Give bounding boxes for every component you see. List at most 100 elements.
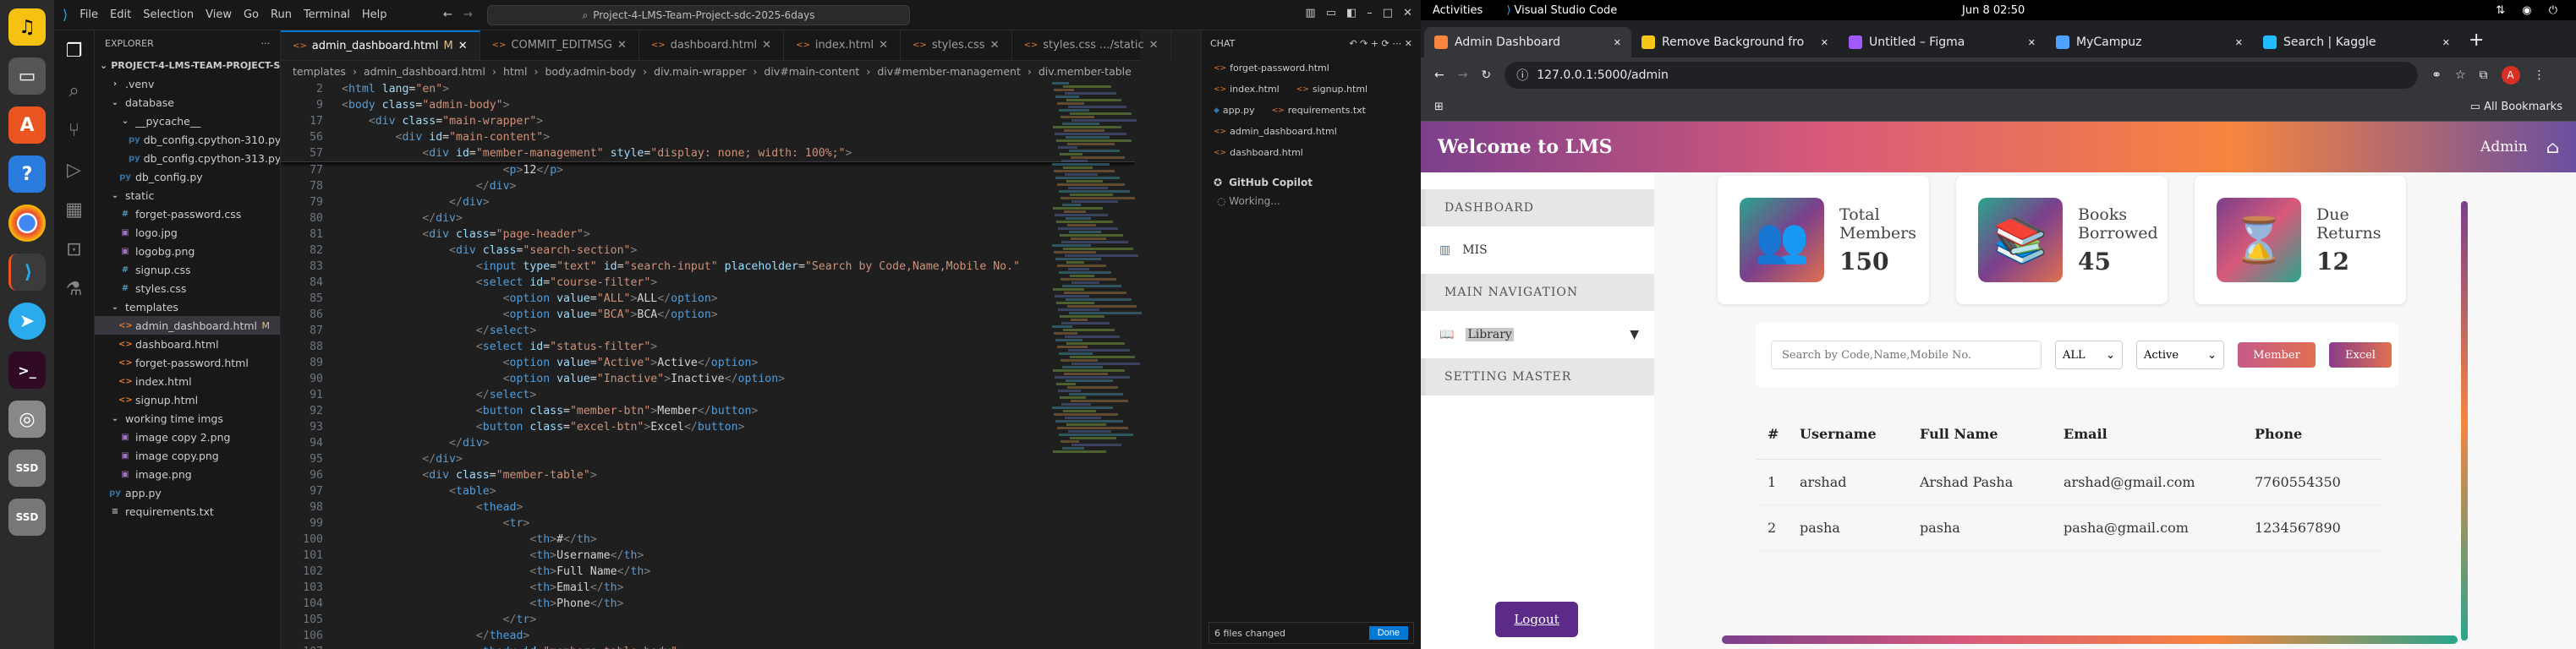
status-filter-select[interactable]: Active ⌄ — [2136, 341, 2224, 369]
telegram-icon[interactable]: ➤ — [8, 303, 46, 340]
bookmark-star-icon[interactable]: ☆ — [2455, 68, 2466, 82]
tab-close-icon[interactable]: ✕ — [762, 39, 771, 52]
new-tab-icon[interactable]: + — [2469, 30, 2484, 51]
tree-item[interactable]: ▣ image copy.png — [95, 446, 280, 465]
tree-item[interactable]: py db_config.py — [95, 167, 280, 186]
help-icon[interactable]: ? — [8, 155, 46, 193]
system-tray[interactable]: ⇅ ◉ ⏻ — [2496, 4, 2564, 17]
maximize-icon[interactable]: □ — [1383, 7, 1393, 19]
app-menu[interactable]: ⟩ Visual Studio Code — [1506, 4, 1617, 17]
tree-item[interactable]: <> signup.html — [95, 390, 280, 409]
browser-tab[interactable]: Admin Dashboard ✕ — [1424, 27, 1631, 57]
browser-tab[interactable]: Search | Kaggle ✕ — [2253, 27, 2460, 57]
tree-item[interactable]: ⌄ database — [95, 93, 280, 112]
app-center-icon[interactable]: A — [8, 106, 46, 144]
testing-icon[interactable]: ⚗ — [66, 279, 83, 300]
panel-icon[interactable]: ▭ — [1326, 7, 1336, 19]
menu-item-edit[interactable]: Edit — [110, 8, 131, 21]
attached-file-chip[interactable]: <> forget-password.html — [1209, 60, 1335, 76]
attached-file-chip[interactable]: <> index.html — [1209, 81, 1285, 97]
reload-icon[interactable]: ↻ — [1481, 68, 1491, 82]
search-input[interactable] — [1771, 341, 2042, 369]
tree-item[interactable]: <> forget-password.html — [95, 353, 280, 372]
sidebar-item-library[interactable]: 📖 Library ▼ — [1421, 311, 1654, 358]
remote-icon[interactable]: ⊡ — [66, 239, 81, 260]
incognito-icon[interactable]: ⚭ — [2431, 68, 2442, 82]
code-editor[interactable]: 2 <html lang="en"> 9 <body class="admin-bod… — [281, 81, 1135, 649]
tab-close-icon[interactable]: ✕ — [1821, 37, 1828, 48]
tree-item[interactable]: ≡ requirements.txt — [95, 502, 280, 521]
tree-item[interactable]: py db_config.cpython-313.pyc — [95, 149, 280, 167]
home-icon[interactable]: ⌂ — [2546, 137, 2559, 157]
tree-item[interactable]: <> admin_dashboard.html M — [95, 316, 280, 335]
logout-button[interactable]: Logout — [1495, 602, 1578, 637]
chrome-icon[interactable] — [8, 205, 46, 242]
member-button[interactable]: Member — [2238, 342, 2316, 368]
nav-forward-icon[interactable]: → — [463, 8, 473, 21]
attached-file-chip[interactable]: <> signup.html — [1291, 81, 1373, 97]
editor-tab[interactable]: <> styles.css .../static ✕ — [1012, 30, 1171, 60]
editor-tab[interactable]: <> dashboard.html ✕ — [639, 30, 785, 60]
tab-close-icon[interactable]: ✕ — [990, 39, 1000, 52]
url-field[interactable]: ⓘ 127.0.0.1:5000/admin — [1504, 62, 2419, 89]
tree-item[interactable]: ⌄ __pycache__ — [95, 112, 280, 130]
workspace-root[interactable]: ⌄ PROJECT-4-LMS-TEAM-PROJECT-S... — [95, 56, 280, 74]
excel-button[interactable]: Excel — [2329, 342, 2392, 368]
tab-close-icon[interactable]: ✕ — [458, 40, 468, 52]
table-row[interactable]: 1 arshad Arshad Pasha arshad@gmail.com 77605… — [1756, 460, 2381, 505]
course-filter-select[interactable]: ALL ⌄ — [2055, 341, 2123, 369]
forward-icon[interactable]: → — [1458, 68, 1468, 82]
tab-close-icon[interactable]: ✕ — [617, 39, 627, 52]
tree-item[interactable]: ⌄ working time imgs — [95, 409, 280, 428]
tree-item[interactable]: ▣ logobg.png — [95, 242, 280, 260]
tree-item[interactable]: <> index.html — [95, 372, 280, 390]
menu-item-file[interactable]: File — [79, 8, 98, 21]
more-icon[interactable]: ··· — [261, 38, 271, 49]
files-icon[interactable]: ▭ — [8, 57, 46, 95]
drive-icon[interactable]: SSD — [8, 450, 46, 487]
menu-item-view[interactable]: View — [206, 8, 232, 21]
breadcrumb-item[interactable]: html — [503, 65, 527, 78]
dropdown-arrow-icon[interactable]: ▼ — [1630, 328, 1639, 341]
tree-item[interactable]: ▣ image.png — [95, 465, 280, 483]
tree-item[interactable]: <> dashboard.html — [95, 335, 280, 353]
menu-item-terminal[interactable]: Terminal — [304, 8, 350, 21]
tab-close-icon[interactable]: ✕ — [2028, 37, 2036, 48]
tree-item[interactable]: # styles.css — [95, 279, 280, 297]
breadcrumb-item[interactable]: body.admin-body — [545, 65, 636, 78]
explorer-icon[interactable]: ❐ — [66, 41, 83, 62]
chat-actions[interactable]: ↶ ↷ + ⟳ ⋯ ✕ — [1349, 38, 1412, 49]
attached-file-chip[interactable]: <> dashboard.html — [1209, 145, 1308, 161]
tree-item[interactable]: ⌄ static — [95, 186, 280, 205]
breadcrumb-item[interactable]: div.member-table — [1039, 65, 1132, 78]
menu-item-help[interactable]: Help — [362, 8, 387, 21]
breadcrumb-item[interactable]: div#member-management — [877, 65, 1021, 78]
rhythmbox-icon[interactable]: ♫ — [8, 8, 46, 46]
editor-tab[interactable]: <> admin_dashboard.html M ✕ — [281, 30, 480, 60]
attached-file-chip[interactable]: <> requirements.txt — [1267, 102, 1371, 118]
browser-tab[interactable]: Remove Background fro ✕ — [1631, 27, 1839, 57]
extensions-puzzle-icon[interactable]: ⧉ — [2480, 68, 2488, 82]
tab-close-icon[interactable]: ✕ — [1149, 39, 1159, 52]
nav-back-icon[interactable]: ← — [443, 8, 452, 21]
layout-icon[interactable]: ▥ — [1305, 7, 1315, 19]
command-center[interactable]: ⌕ Project-4-LMS-Team-Project-sdc-2025-6da… — [487, 5, 910, 25]
browser-tab[interactable]: MyCampuz ✕ — [2046, 27, 2253, 57]
activities-button[interactable]: Activities — [1433, 4, 1483, 17]
run-debug-icon[interactable]: ▷ — [67, 160, 81, 181]
menu-item-run[interactable]: Run — [271, 8, 292, 21]
tab-close-icon[interactable]: ✕ — [2442, 37, 2450, 48]
done-button[interactable]: Done — [1368, 626, 1408, 640]
attached-file-chip[interactable]: ◆ app.py — [1209, 102, 1260, 118]
breadcrumb-item[interactable]: admin_dashboard.html — [364, 65, 485, 78]
breadcrumb-item[interactable]: div#main-content — [764, 65, 859, 78]
tree-item[interactable]: › .venv — [95, 74, 280, 93]
tab-close-icon[interactable]: ✕ — [879, 39, 888, 52]
tree-item[interactable]: py db_config.cpython-310.pyc — [95, 130, 280, 149]
tree-item[interactable]: # signup.css — [95, 260, 280, 279]
horizontal-scrollbar[interactable] — [1722, 635, 2458, 644]
editor-tab[interactable]: <> index.html ✕ — [784, 30, 902, 60]
tree-item[interactable]: ⌄ templates — [95, 297, 280, 316]
breadcrumb-item[interactable]: templates — [293, 65, 346, 78]
browser-tab[interactable]: Untitled – Figma ✕ — [1839, 27, 2046, 57]
